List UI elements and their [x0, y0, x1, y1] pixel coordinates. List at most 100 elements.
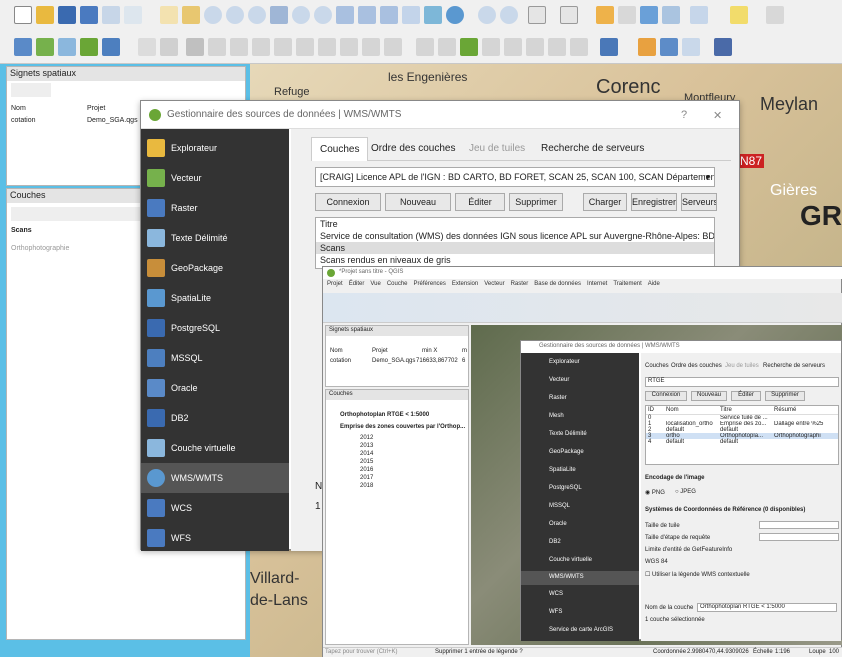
- menu-traitement[interactable]: Traitement: [613, 281, 641, 291]
- sidebar-item-db2[interactable]: DB2: [141, 403, 289, 433]
- menu-projet[interactable]: Projet: [327, 281, 343, 291]
- bookmark-row-nom[interactable]: cotation: [11, 117, 36, 124]
- menu-aide[interactable]: Aide: [648, 281, 660, 291]
- sidebar-item-postgresql[interactable]: PostgreSQL: [141, 313, 289, 343]
- new-map-view-icon[interactable]: [402, 6, 420, 24]
- d2-sidebar-oracle[interactable]: Oracle: [549, 521, 567, 527]
- statistics-icon[interactable]: [662, 6, 680, 24]
- new-3d-view-icon[interactable]: [424, 6, 442, 24]
- label-move-icon[interactable]: [504, 38, 522, 56]
- menu-internet[interactable]: Internet: [587, 281, 607, 291]
- dialog1-help-button[interactable]: ?: [681, 109, 687, 121]
- connexion-button[interactable]: Connexion: [315, 193, 381, 211]
- menu-editer[interactable]: Éditer: [349, 281, 365, 291]
- enregistrer-button[interactable]: Enregistrer: [631, 193, 677, 211]
- d2-tab-ordre[interactable]: Ordre des couches: [671, 363, 722, 369]
- sidebar-item-wcs[interactable]: WCS: [141, 493, 289, 523]
- zoom-selection-icon[interactable]: [292, 6, 310, 24]
- pan-to-selection-icon[interactable]: [182, 6, 200, 24]
- charger-button[interactable]: Charger: [583, 193, 627, 211]
- d2-connection-select[interactable]: RTGE: [645, 377, 839, 387]
- sidebar-item-geopackage[interactable]: GeoPackage: [141, 253, 289, 283]
- list-item[interactable]: Service de consultation (WMS) des donnée…: [316, 230, 714, 242]
- menu-bdd[interactable]: Base de données: [534, 281, 581, 291]
- zoom-last-icon[interactable]: [358, 6, 376, 24]
- pan-icon[interactable]: [160, 6, 178, 24]
- label-change-icon[interactable]: [548, 38, 566, 56]
- menu-raster[interactable]: Raster: [511, 281, 529, 291]
- zoom-full-icon[interactable]: [270, 6, 288, 24]
- digitize-icon[interactable]: [80, 38, 98, 56]
- field-calculator-icon[interactable]: [618, 6, 636, 24]
- layer-name-input[interactable]: Orthophotoplan RTGE < 1:5000: [697, 603, 837, 612]
- edit-pencil-icon[interactable]: [138, 38, 156, 56]
- dialog1-close-button[interactable]: ✕: [713, 109, 722, 122]
- label-props-icon[interactable]: [570, 38, 588, 56]
- save-icon[interactable]: [58, 6, 76, 24]
- sidebar-item-oracle[interactable]: Oracle: [141, 373, 289, 403]
- qgis2-layer-emprise[interactable]: Emprise des zones couvertes par l'Orthop…: [340, 424, 465, 430]
- tab-jeu[interactable]: Jeu de tuiles: [461, 137, 533, 161]
- data-source-manager-icon[interactable]: [14, 38, 32, 56]
- d2-sidebar-mssql[interactable]: MSSQL: [549, 503, 570, 509]
- sidebar-item-virtuelle[interactable]: Couche virtuelle: [141, 433, 289, 463]
- sidebar-item-wfs[interactable]: WFS: [141, 523, 289, 553]
- zoom-native-icon[interactable]: [336, 6, 354, 24]
- qgis2-layer-ortho[interactable]: Orthophotoplan RTGE < 1:5000: [340, 412, 429, 418]
- sidebar-item-vecteur[interactable]: Vecteur: [141, 163, 289, 193]
- list-item[interactable]: Titre: [316, 218, 714, 230]
- sidebar-item-spatialite[interactable]: SpatiaLite: [141, 283, 289, 313]
- menu-extension[interactable]: Extension: [452, 281, 478, 291]
- list-item[interactable]: Scans rendus en niveaux de gris: [316, 254, 714, 266]
- tab-ordre[interactable]: Ordre des couches: [363, 137, 464, 161]
- add-feature-icon[interactable]: [208, 38, 226, 56]
- d2-sidebar-wcs[interactable]: WCS: [549, 591, 563, 597]
- locator-search-input[interactable]: Tapez pour trouver (Ctrl+K): [325, 649, 425, 655]
- qgis2-bk-row-nom[interactable]: cotation: [330, 358, 351, 364]
- qgis2-bk-row-y[interactable]: 6: [462, 358, 465, 364]
- feature-info-icon[interactable]: [500, 6, 518, 24]
- d2-connexion-button[interactable]: Connexion: [645, 391, 687, 401]
- new-project-icon[interactable]: [14, 6, 32, 24]
- redo-icon[interactable]: [384, 38, 402, 56]
- d2-sidebar-wms[interactable]: WMS/WMTS: [549, 574, 584, 580]
- nouveau-button[interactable]: Nouveau: [385, 193, 451, 211]
- annotation-icon[interactable]: [730, 6, 748, 24]
- tile-size-input[interactable]: [759, 521, 839, 529]
- save-edits-icon[interactable]: [186, 38, 204, 56]
- d2-sidebar-raster[interactable]: Raster: [549, 395, 567, 401]
- layer-list[interactable]: Titre Service de consultation (WMS) des …: [315, 217, 715, 269]
- qgis2-bk-row-x[interactable]: 716633,867702: [416, 358, 458, 364]
- undo-icon[interactable]: [362, 38, 380, 56]
- menu-preferences[interactable]: Préférences: [414, 281, 446, 291]
- select-icon[interactable]: [528, 6, 546, 24]
- d2-sidebar-wfs[interactable]: WFS: [549, 609, 562, 615]
- toolbox-icon[interactable]: [640, 6, 658, 24]
- list-item[interactable]: Scans: [316, 242, 714, 254]
- edit-icon[interactable]: [160, 38, 178, 56]
- save-as-icon[interactable]: [80, 6, 98, 24]
- editer-button[interactable]: Éditer: [455, 193, 505, 211]
- geocoder-icon[interactable]: [600, 38, 618, 56]
- d2-tab-couches[interactable]: Couches: [645, 363, 669, 369]
- bookmark-row-projet[interactable]: Demo_SGA.qgs: [87, 117, 138, 124]
- label-show-icon[interactable]: [482, 38, 500, 56]
- copy-icon[interactable]: [318, 38, 336, 56]
- plugin-icon[interactable]: [638, 38, 656, 56]
- zoom-in-icon[interactable]: [204, 6, 222, 24]
- deselect-icon[interactable]: [560, 6, 578, 24]
- table-row[interactable]: 4 default default: [646, 439, 838, 445]
- label-pin-icon[interactable]: [438, 38, 456, 56]
- jpeg-radio[interactable]: ○ JPEG: [675, 489, 696, 495]
- supprimer-button[interactable]: Supprimer: [509, 193, 563, 211]
- sidebar-item-raster[interactable]: Raster: [141, 193, 289, 223]
- label-rotate-icon[interactable]: [526, 38, 544, 56]
- add-csv-icon[interactable]: [58, 38, 76, 56]
- menu-couche[interactable]: Couche: [387, 281, 408, 291]
- sidebar-item-mssql[interactable]: MSSQL: [141, 343, 289, 373]
- text-annotation-icon[interactable]: [766, 6, 784, 24]
- d2-sidebar-explorateur[interactable]: Explorateur: [549, 359, 580, 365]
- d2-sidebar-virtuelle[interactable]: Couche virtuelle: [549, 557, 592, 563]
- coord-value[interactable]: 2.9980470,44.9309026: [687, 649, 749, 655]
- identify-icon[interactable]: [478, 6, 496, 24]
